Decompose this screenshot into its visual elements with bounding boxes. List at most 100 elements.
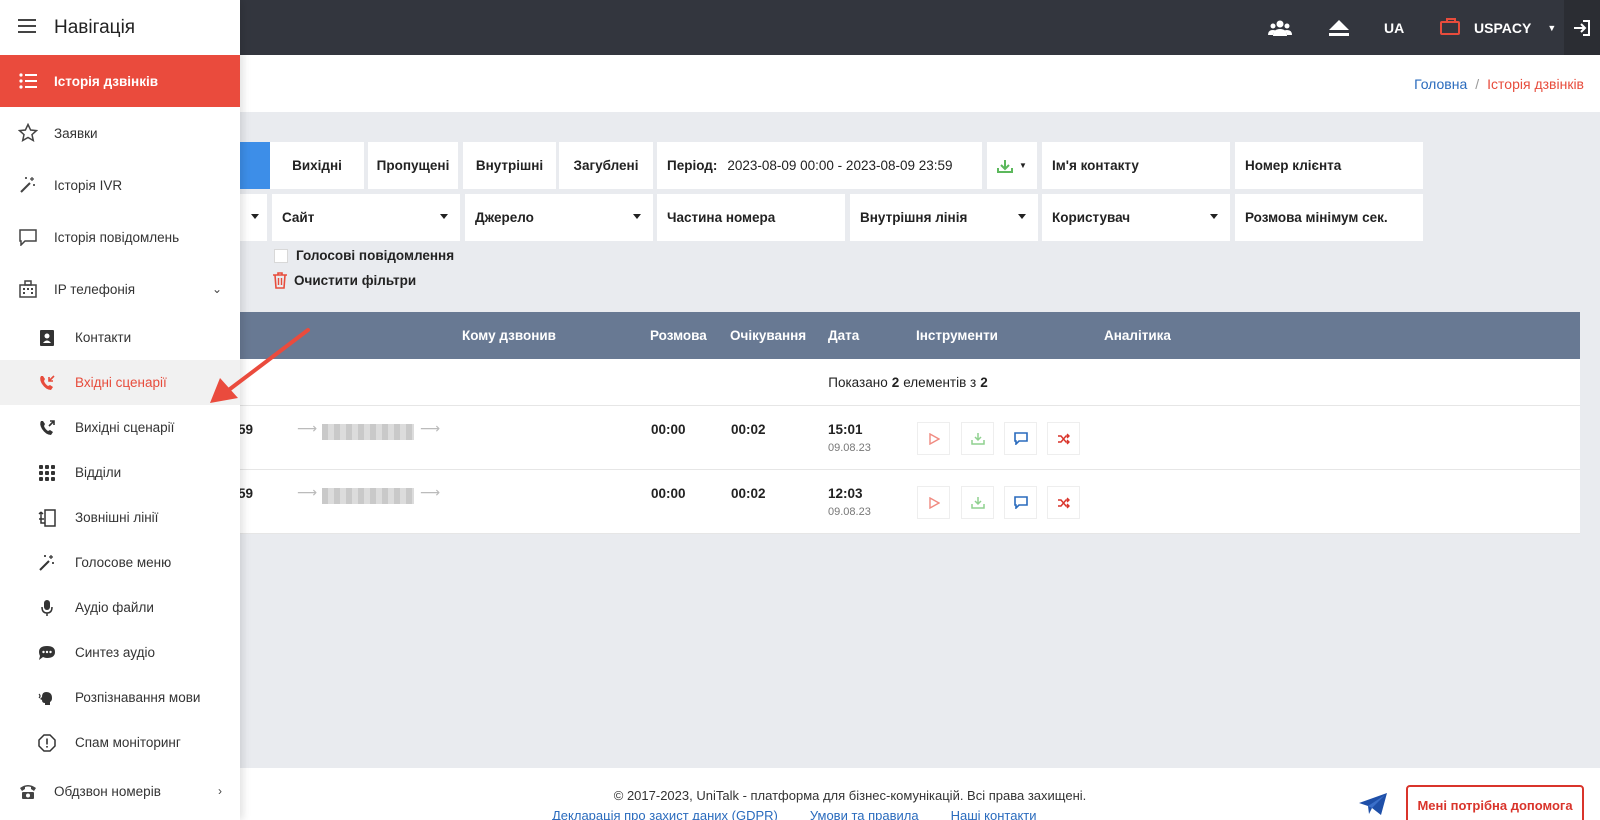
chevron-down-icon: ⌄ <box>211 282 222 296</box>
sidebar-subitem-outgoing-scenarios[interactable]: Вихідні сценарії <box>0 405 240 450</box>
summary-total: 2 <box>980 374 988 390</box>
sidebar-subitem-contacts[interactable]: Контакти <box>0 315 240 360</box>
play-icon[interactable] <box>917 422 950 455</box>
gdpr-link[interactable]: Декларація про захист даних (GDPR) <box>552 808 778 820</box>
contact-name-input[interactable]: Ім'я контакту <box>1042 142 1230 189</box>
download-icon[interactable] <box>961 486 994 519</box>
trash-icon <box>273 272 287 289</box>
voice-messages-label: Голосові повідомлення <box>296 248 455 263</box>
chat-icon <box>18 227 38 247</box>
sidebar-subitem-speech-recognition[interactable]: Розпізнавання мови <box>0 675 240 720</box>
sidebar-subitem-label: Відділи <box>75 465 122 480</box>
sidebar-item-message-history[interactable]: Історія повідомлень <box>0 211 240 263</box>
period-filter[interactable]: Період: 2023-08-09 00:00 - 2023-08-09 23… <box>657 142 982 189</box>
sidebar-subitem-external-lines[interactable]: Зовнішні лінії <box>0 495 240 540</box>
contacts-link[interactable]: Наші контакти <box>951 808 1037 820</box>
breadcrumb-home[interactable]: Головна <box>1414 76 1467 92</box>
sidebar-subitem-audio-files[interactable]: Аудіо файли <box>0 585 240 630</box>
chevron-down-icon: ▼ <box>1019 161 1027 170</box>
hamburger-icon[interactable] <box>18 17 36 39</box>
row-date: 09.08.23 <box>828 442 871 454</box>
help-button[interactable]: Мені потрібна допомога <box>1406 785 1584 820</box>
export-button[interactable]: ▼ <box>987 142 1037 189</box>
col-date[interactable]: Дата <box>828 328 859 343</box>
language-selector[interactable]: UA <box>1384 0 1404 55</box>
sidebar-item-ivr-history[interactable]: Історія IVR <box>0 159 240 211</box>
breadcrumb: Головна / Історія дзвінків <box>1414 76 1584 92</box>
row-partial-time: 59 <box>238 486 254 501</box>
tab-incoming-active[interactable] <box>240 142 270 189</box>
sidebar-item-call-history[interactable]: Історія дзвінків <box>0 55 240 107</box>
logout-icon[interactable] <box>1564 0 1600 55</box>
period-label: Період: <box>667 158 718 173</box>
microphone-icon <box>37 598 57 618</box>
col-waiting[interactable]: Очікування <box>730 328 806 343</box>
row-waiting: 00:02 <box>731 422 766 437</box>
source-label: Джерело <box>475 210 534 225</box>
sidebar-item-number-dialing[interactable]: Обдзвон номерів › <box>0 765 240 817</box>
calls-table: Кому дзвонив Розмова Очікування Дата Інс… <box>238 312 1580 534</box>
voice-messages-checkbox[interactable] <box>274 248 288 263</box>
download-icon[interactable] <box>961 422 994 455</box>
company-menu[interactable]: USPACY ▼ <box>1440 0 1556 55</box>
sidebar-item-label: IP телефонія <box>54 281 136 297</box>
tab-lost[interactable]: Загублені <box>559 142 653 189</box>
speech-bubble-icon <box>37 643 57 663</box>
sidebar: Навігація Історія дзвінків Заявки Історі… <box>0 0 240 820</box>
arrow-right-icon: ⟶ <box>420 420 441 436</box>
sidebar-subitem-label: Аудіо файли <box>75 600 154 615</box>
users-icon[interactable] <box>1268 0 1292 55</box>
client-number-input[interactable]: Номер клієнта <box>1235 142 1423 189</box>
sidebar-subitem-label: Зовнішні лінії <box>75 510 159 525</box>
site-select[interactable]: Сайт <box>272 194 460 241</box>
part-number-input[interactable]: Частина номера <box>657 194 845 241</box>
play-icon[interactable] <box>917 486 950 519</box>
sidebar-item-ip-telephony[interactable]: IP телефонія ⌄ <box>0 263 240 315</box>
external-line-icon <box>37 508 57 528</box>
chevron-down-icon: ▼ <box>1547 22 1557 33</box>
redacted-number <box>322 488 414 504</box>
col-to-whom[interactable]: Кому дзвонив <box>462 328 556 343</box>
redacted-number <box>322 424 414 440</box>
sidebar-subitem-spam-monitoring[interactable]: Спам моніторинг <box>0 720 240 765</box>
download-icon <box>997 159 1013 173</box>
tab-internal[interactable]: Внутрішні <box>463 142 556 189</box>
user-select[interactable]: Користувач <box>1042 194 1230 241</box>
sidebar-subitem-audio-synthesis[interactable]: Синтез аудіо <box>0 630 240 675</box>
comment-icon[interactable] <box>1004 422 1037 455</box>
tab-missed[interactable]: Пропущені <box>368 142 458 189</box>
magic-wand-icon <box>37 553 57 573</box>
shuffle-icon[interactable] <box>1047 486 1080 519</box>
table-row[interactable]: 59 ⟶ ⟶ 00:00 00:02 12:03 09.08.23 <box>238 470 1580 534</box>
chevron-down-icon <box>1210 214 1218 219</box>
eject-icon[interactable] <box>1328 0 1350 55</box>
tab-outgoing[interactable]: Вихідні <box>270 142 364 189</box>
direction-select[interactable] <box>240 194 267 241</box>
voice-recognition-icon <box>37 688 57 708</box>
clear-filters-button[interactable]: Очистити фільтри <box>272 271 416 289</box>
col-talk[interactable]: Розмова <box>650 328 707 343</box>
address-book-icon <box>37 328 57 348</box>
internal-line-select[interactable]: Внутрішня лінія <box>850 194 1038 241</box>
sidebar-subitem-label: Голосове меню <box>75 555 172 570</box>
voice-messages-filter[interactable]: Голосові повідомлення <box>274 248 454 263</box>
sidebar-subitem-voice-menu[interactable]: Голосове меню <box>0 540 240 585</box>
chevron-right-icon: › <box>218 784 222 798</box>
sidebar-item-label: Історія дзвінків <box>54 73 159 89</box>
sidebar-item-requests[interactable]: Заявки <box>0 107 240 159</box>
top-bar: UA USPACY ▼ <box>0 0 1600 55</box>
shuffle-icon[interactable] <box>1047 422 1080 455</box>
sidebar-title: Навігація <box>54 16 136 38</box>
row-talk: 00:00 <box>651 486 686 501</box>
sidebar-subitem-departments[interactable]: Відділи <box>0 450 240 495</box>
min-talk-input[interactable]: Розмова мінімум сек. <box>1235 194 1423 241</box>
sidebar-item-label: Заявки <box>54 125 98 141</box>
table-row[interactable]: 59 ⟶ ⟶ 00:00 00:02 15:01 09.08.23 <box>238 406 1580 470</box>
terms-link[interactable]: Умови та правила <box>810 808 919 820</box>
comment-icon[interactable] <box>1004 486 1037 519</box>
sidebar-subitem-incoming-scenarios[interactable]: Вхідні сценарії <box>0 360 240 405</box>
summary-middle: елементів з <box>903 374 977 390</box>
source-select[interactable]: Джерело <box>465 194 653 241</box>
telegram-icon[interactable] <box>1358 792 1388 819</box>
page-header: Головна / Історія дзвінків <box>0 55 1600 112</box>
